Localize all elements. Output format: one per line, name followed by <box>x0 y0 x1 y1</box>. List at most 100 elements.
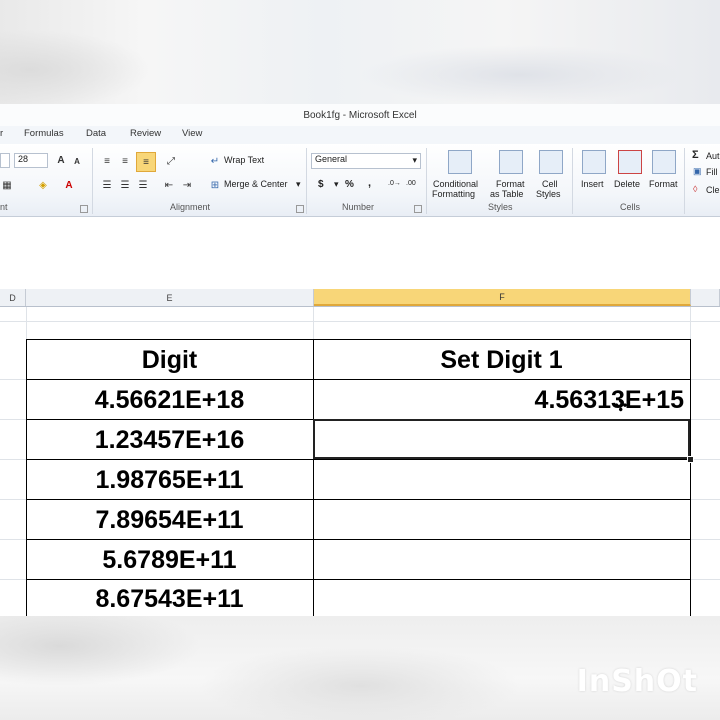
insert-button[interactable]: Insert <box>581 179 604 189</box>
gridline <box>691 419 720 420</box>
borders-icon[interactable]: ▦ <box>0 178 14 192</box>
column-header-d[interactable]: D <box>0 289 26 306</box>
table-border <box>690 339 691 616</box>
fill-color-icon[interactable]: ◈ <box>36 178 50 192</box>
conditional-formatting-label-1[interactable]: Conditional <box>433 179 478 189</box>
align-left-icon[interactable]: ☰ <box>100 178 114 192</box>
gridline <box>0 539 26 540</box>
gridline <box>691 379 720 380</box>
autosum-icon: Σ <box>692 149 699 161</box>
increase-decimal-icon[interactable]: .0→ <box>388 180 401 187</box>
delete-cells-icon <box>618 150 642 174</box>
conditional-formatting-label-2[interactable]: Formatting <box>432 189 475 199</box>
tab-partial-edge[interactable]: r <box>0 128 3 139</box>
table-border <box>26 339 691 340</box>
gridline <box>691 499 720 500</box>
gridline <box>0 459 26 460</box>
delete-button[interactable]: Delete <box>614 179 640 189</box>
gridline <box>0 321 720 322</box>
increase-indent-icon[interactable]: ⇥ <box>180 178 194 192</box>
chevron-down-icon[interactable]: ▾ <box>334 179 339 190</box>
format-as-table-label-1[interactable]: Format <box>496 179 525 189</box>
format-as-table-label-2[interactable]: as Table <box>490 189 523 199</box>
conditional-formatting-icon <box>448 150 472 174</box>
separator <box>306 148 307 214</box>
wrap-text-button[interactable]: Wrap Text <box>224 155 264 165</box>
chevron-down-icon: ▾ <box>412 155 417 165</box>
align-center-icon[interactable]: ☰ <box>118 178 132 192</box>
separator <box>92 148 93 214</box>
format-cells-icon <box>652 150 676 174</box>
chevron-down-icon[interactable]: ▾ <box>296 179 301 190</box>
insert-cells-icon <box>582 150 606 174</box>
tab-data[interactable]: Data <box>86 128 106 139</box>
align-middle-icon[interactable]: ≡ <box>118 154 132 168</box>
table-cell[interactable]: 4.56313E+15 <box>313 381 690 419</box>
table-cell[interactable]: 1.23457E+16 <box>26 421 313 459</box>
wrap-text-icon: ↵ <box>210 155 220 167</box>
decrease-indent-icon[interactable]: ⇤ <box>162 178 176 192</box>
column-header-f[interactable]: F <box>314 289 691 306</box>
clear-icon: ◊ <box>693 184 698 194</box>
align-top-icon[interactable]: ≡ <box>100 154 114 168</box>
group-font-label: nt <box>0 202 8 212</box>
orientation-icon[interactable]: ⤢ <box>164 154 178 168</box>
font-name-box[interactable] <box>0 153 10 168</box>
active-cell-selection[interactable] <box>313 419 690 459</box>
table-cell[interactable]: 8.67543E+11 <box>26 581 313 617</box>
font-size-box[interactable]: 28 <box>14 153 48 168</box>
align-bottom-icon[interactable]: ≡ <box>136 152 156 172</box>
tab-view[interactable]: View <box>182 128 202 139</box>
gridline <box>0 499 26 500</box>
table-cell[interactable]: 1.98765E+11 <box>26 461 313 499</box>
fill-icon: ▣ <box>693 166 702 176</box>
column-headers: D E F <box>0 289 720 307</box>
watermark: InShOt <box>576 664 698 699</box>
blurred-background-top <box>0 0 720 104</box>
font-group-expander[interactable] <box>80 205 88 213</box>
fill-button[interactable]: Fill <box>706 167 718 177</box>
tab-formulas[interactable]: Formulas <box>24 128 64 139</box>
alignment-group-expander[interactable] <box>296 205 304 213</box>
table-border <box>26 539 691 540</box>
merge-center-button[interactable]: Merge & Center <box>224 179 288 189</box>
table-cell[interactable]: 5.6789E+11 <box>26 541 313 579</box>
decrease-font-icon[interactable]: A <box>70 154 84 168</box>
header-set-digit-1[interactable]: Set Digit 1 <box>313 341 690 379</box>
group-number-label: Number <box>342 202 375 212</box>
column-header-g[interactable] <box>691 289 720 306</box>
autosum-button[interactable]: Aut <box>706 151 720 161</box>
separator <box>572 148 573 214</box>
table-cell[interactable] <box>313 461 690 499</box>
header-digit[interactable]: Digit <box>26 341 313 379</box>
table-cell[interactable] <box>313 501 690 539</box>
number-group-expander[interactable] <box>414 205 422 213</box>
table-cell[interactable]: 4.56621E+18 <box>26 381 313 419</box>
decrease-decimal-icon[interactable]: .00 <box>406 180 416 187</box>
cell-styles-label-1[interactable]: Cell <box>542 179 558 189</box>
column-header-e[interactable]: E <box>26 289 314 306</box>
window-title: Book1fg - Microsoft Excel <box>303 109 417 121</box>
gridline <box>691 579 720 580</box>
font-color-icon[interactable]: A <box>62 178 76 192</box>
cell-styles-label-2[interactable]: Styles <box>536 189 561 199</box>
table-cell[interactable]: 7.89654E+11 <box>26 501 313 539</box>
table-border <box>26 379 691 380</box>
percent-button[interactable]: % <box>345 179 354 190</box>
gridline <box>0 579 26 580</box>
gridline <box>691 539 720 540</box>
fill-handle[interactable] <box>687 456 694 463</box>
currency-button[interactable]: $ <box>318 179 324 190</box>
ribbon-tabs: r Formulas Data Review View <box>0 126 720 144</box>
comma-button[interactable]: , <box>368 177 371 189</box>
table-cell[interactable] <box>313 581 690 617</box>
number-format-dropdown[interactable]: General ▾ <box>311 153 421 169</box>
table-cell[interactable] <box>313 541 690 579</box>
format-button[interactable]: Format <box>649 179 678 189</box>
tab-review[interactable]: Review <box>130 128 161 139</box>
merge-center-icon: ⊞ <box>210 179 220 191</box>
increase-font-icon[interactable]: A <box>54 153 68 167</box>
title-bar: Book1fg - Microsoft Excel <box>0 104 720 126</box>
clear-button[interactable]: Cle <box>706 185 720 195</box>
align-right-icon[interactable]: ☰ <box>136 178 150 192</box>
